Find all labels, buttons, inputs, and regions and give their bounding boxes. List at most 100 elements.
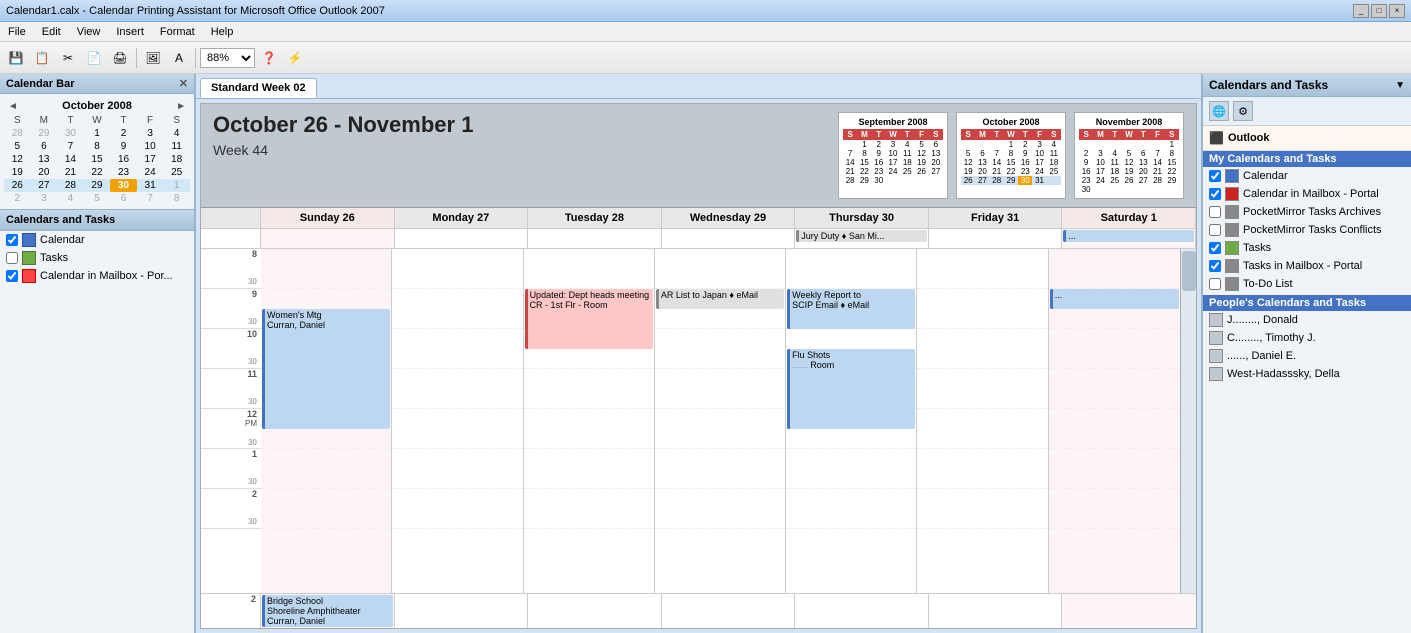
day-col-wed29[interactable]: AR List to Japan ♦ eMail [655,249,786,593]
hour-9-mon[interactable] [392,289,522,329]
mini-cal-day[interactable]: 29 [31,127,58,140]
mini-cal-day[interactable]: 18 [163,153,190,166]
right-cal-mailbox-check[interactable] [1209,188,1221,200]
hour-10-sat[interactable] [1049,329,1180,369]
mini-cal-next[interactable]: ► [172,101,190,112]
hour-2-mon[interactable] [392,489,522,529]
right-panel-arrow[interactable]: ▼ [1395,80,1405,91]
mini-cal-day[interactable]: 7 [57,140,84,153]
mini-cal-day[interactable]: 28 [57,179,84,192]
menu-help[interactable]: Help [207,26,238,38]
right-cal-pm-archives-check[interactable] [1209,206,1221,218]
hour-11-wed[interactable] [655,369,785,409]
mini-cal-day[interactable]: 16 [110,153,137,166]
mini-cal-day[interactable]: 26 [4,179,31,192]
hour-11-sat[interactable] [1049,369,1180,409]
mini-cal-day[interactable]: 28 [4,127,31,140]
right-cal-calendar[interactable]: Calendar [1203,167,1411,185]
mailbox-checkbox[interactable] [6,270,18,282]
person-donald[interactable]: J........, Donald [1203,311,1411,329]
right-cal-tasks[interactable]: Tasks [1203,239,1411,257]
right-cal-tasks-check[interactable] [1209,242,1221,254]
day-header-mon27[interactable]: Monday 27 [395,208,529,228]
hour-8-thu[interactable] [786,249,916,289]
hour-1-tue[interactable] [524,449,654,489]
hour-1-sun[interactable] [261,449,391,489]
person-della[interactable]: West-Hadasssky, Della [1203,365,1411,383]
menu-view[interactable]: View [73,26,105,38]
all-day-event-sat[interactable]: ... [1063,230,1194,242]
right-cal-pocketmirror-conflicts[interactable]: PocketMirror Tasks Conflicts [1203,221,1411,239]
hour-8-wed[interactable] [655,249,785,289]
mini-cal-day[interactable]: 12 [4,153,31,166]
day-bottom-fri[interactable] [929,594,1063,628]
right-cal-pm-conflicts-check[interactable] [1209,224,1221,236]
hour-10-mon[interactable] [392,329,522,369]
event-ar-list[interactable]: AR List to Japan ♦ eMail [656,289,784,309]
day-col-sat1[interactable]: ... [1049,249,1180,593]
event-dept-heads[interactable]: Updated: Dept heads meetingCR - 1st Flr … [525,289,653,349]
all-day-sun[interactable] [261,229,395,248]
day-bottom-wed[interactable] [662,594,796,628]
all-day-mon[interactable] [395,229,529,248]
hour-11-mon[interactable] [392,369,522,409]
hour-12-sat[interactable] [1049,409,1180,449]
calendar-item-mailbox[interactable]: Calendar in Mailbox - Por... [0,267,194,285]
hour-8-fri[interactable] [917,249,1047,289]
tab-standard-week[interactable]: Standard Week 02 [200,78,317,98]
event-flu-shots[interactable]: Flu Shots....... Room [787,349,915,429]
mini-cal-day[interactable]: 17 [137,153,164,166]
mini-cal-day[interactable]: 5 [4,140,31,153]
mini-cal-day[interactable]: 10 [137,140,164,153]
person-daniel[interactable]: ......, Daniel E. [1203,347,1411,365]
mini-cal-day[interactable]: 21 [57,166,84,179]
mini-cal-day[interactable]: 23 [110,166,137,179]
mini-cal-day[interactable]: 3 [31,192,58,205]
hour-9-fri[interactable] [917,289,1047,329]
save-button[interactable]: 💾 [4,46,28,70]
scrollbar[interactable] [1180,249,1196,593]
extra-button[interactable]: ⚡ [283,46,307,70]
day-header-fri31[interactable]: Friday 31 [929,208,1063,228]
mini-cal-day[interactable]: 6 [110,192,137,205]
right-cal-tasks-mailbox-check[interactable] [1209,260,1221,272]
hour-10-wed[interactable] [655,329,785,369]
calendar-bar-close[interactable]: ✕ [179,77,188,90]
calendar-item-calendar[interactable]: Calendar [0,231,194,249]
mini-cal-day[interactable]: 1 [84,127,111,140]
hour-1-fri[interactable] [917,449,1047,489]
all-day-sat[interactable]: ... [1062,229,1196,248]
menu-insert[interactable]: Insert [112,26,148,38]
day-bottom-tue[interactable] [528,594,662,628]
mini-cal-day[interactable]: 15 [84,153,111,166]
help-button[interactable]: ❓ [257,46,281,70]
icon-btn-1[interactable]: 🌐 [1209,101,1229,121]
cut-button[interactable]: ✂ [56,46,80,70]
right-cal-todo[interactable]: To-Do List [1203,275,1411,293]
all-day-wed[interactable] [662,229,796,248]
new-button[interactable]: 📄 [82,46,106,70]
font-button[interactable]: A [167,46,191,70]
right-cal-tasks-mailbox[interactable]: Tasks in Mailbox - Portal [1203,257,1411,275]
mini-cal-day[interactable]: 3 [137,127,164,140]
all-day-fri[interactable] [929,229,1063,248]
mini-cal-prev[interactable]: ◄ [4,101,22,112]
hour-12-mon[interactable] [392,409,522,449]
mini-cal-day[interactable]: 4 [163,127,190,140]
zoom-select[interactable]: 88% 100% 75% [200,48,255,68]
hour-2-fri[interactable] [917,489,1047,529]
hour-8-mon[interactable] [392,249,522,289]
hour-11-tue[interactable] [524,369,654,409]
hour-2-sun[interactable] [261,489,391,529]
day-col-mon27[interactable] [392,249,523,593]
mini-cal-day[interactable]: 31 [137,179,164,192]
hour-1-thu[interactable] [786,449,916,489]
all-day-event-jury-duty[interactable]: Jury Duty ♦ San Mi... [796,230,927,242]
right-cal-mailbox-portal[interactable]: Calendar in Mailbox - Portal [1203,185,1411,203]
day-col-sun26[interactable]: Women's MtgCurran, Daniel [261,249,392,593]
mini-cal-day[interactable]: 19 [4,166,31,179]
hour-1-sat[interactable] [1049,449,1180,489]
calendar-checkbox[interactable] [6,234,18,246]
mini-cal-day[interactable]: 2 [110,127,137,140]
mini-cal-day[interactable]: 7 [137,192,164,205]
